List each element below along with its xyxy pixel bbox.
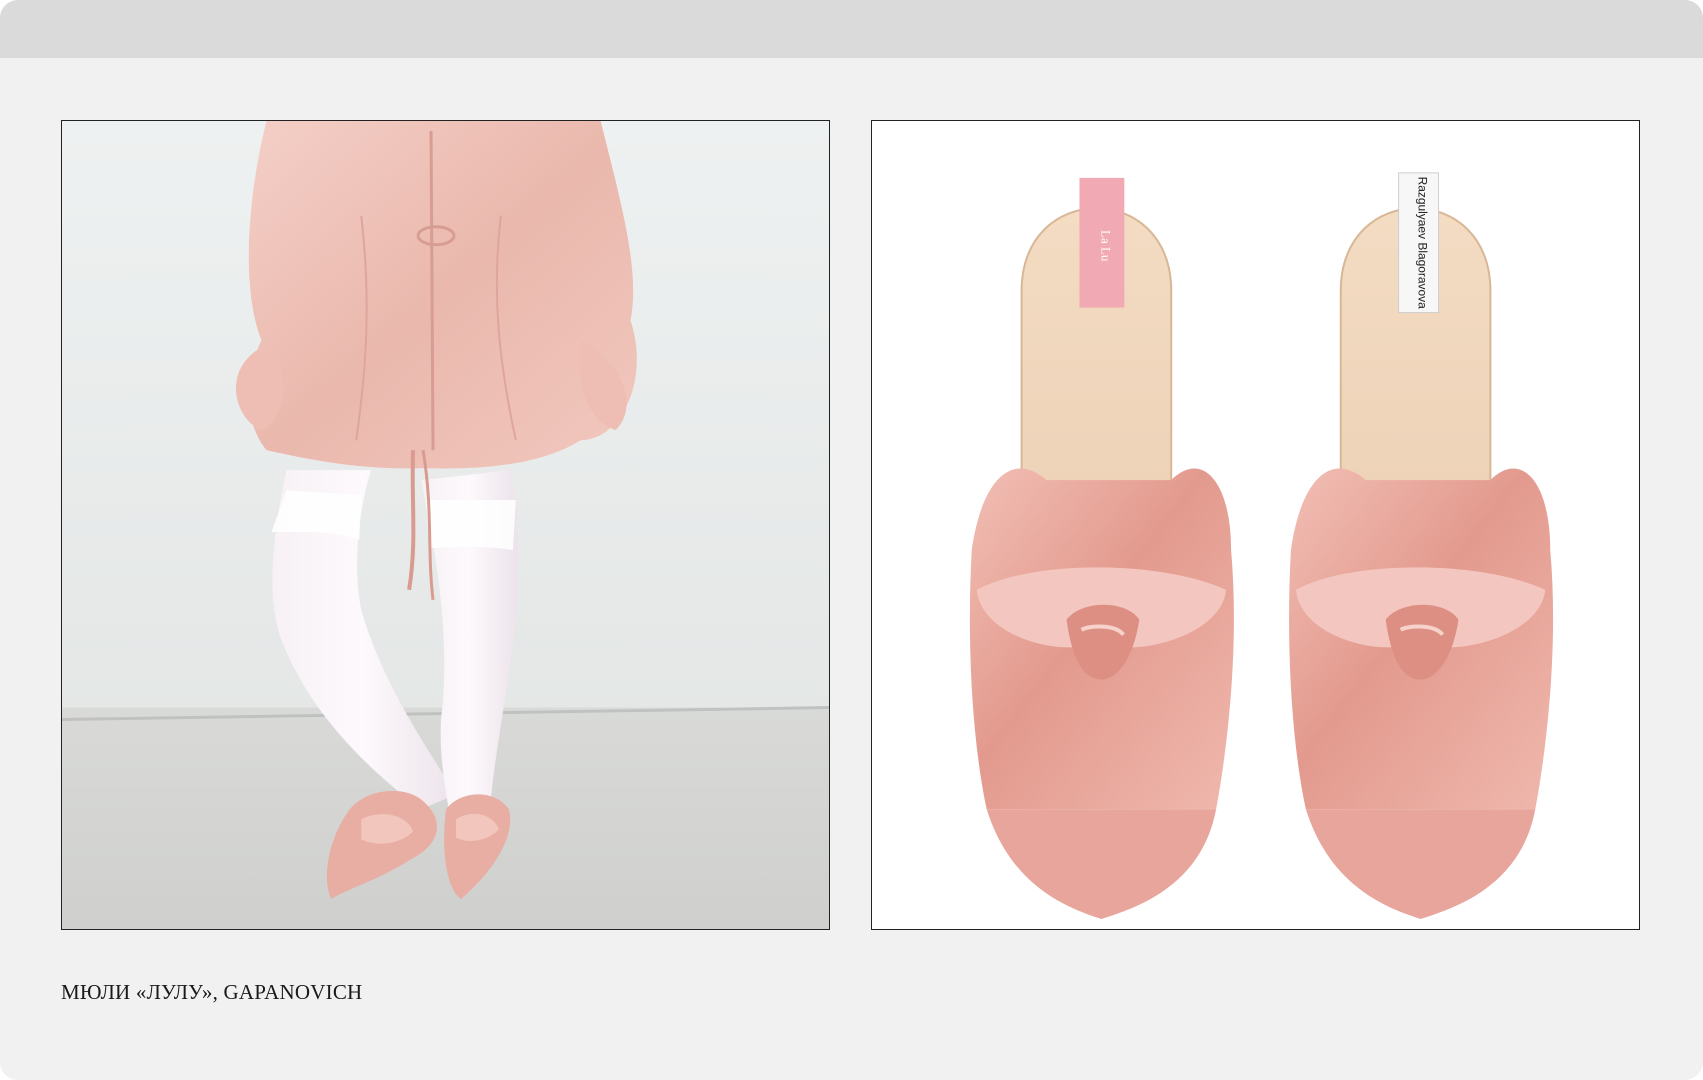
window-titlebar	[0, 0, 1703, 58]
insole-label-left: La Lu	[1098, 230, 1113, 262]
model-illustration	[62, 121, 829, 929]
product-caption: МЮЛИ «ЛУЛУ», GAPANOVICH	[61, 980, 363, 1004]
product-photo: La Lu Razgulyaev Blagoravova	[871, 120, 1640, 930]
presentation-window: La Lu Razgulyaev Blagoravova МЮЛИ «ЛУЛУ»…	[0, 0, 1703, 1080]
left-mule: La Lu	[969, 177, 1234, 920]
insole-label-right: Razgulyaev Blagoravova	[1416, 177, 1430, 310]
right-mule: Razgulyaev Blagoravova	[1289, 172, 1554, 920]
mules-illustration: La Lu Razgulyaev Blagoravova	[969, 172, 1554, 920]
model-photo	[61, 120, 830, 930]
